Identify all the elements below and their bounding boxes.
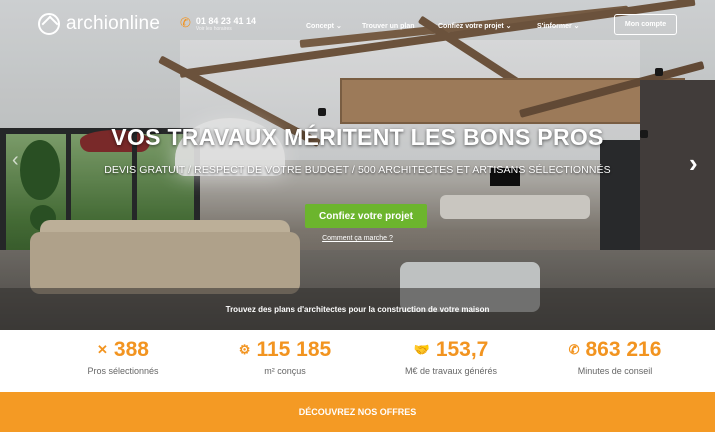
stat-minutes: ✆ 863 216 Minutes de conseil	[530, 338, 700, 376]
site-header: archionline ✆ 01 84 23 41 14 Voir les ho…	[0, 0, 715, 52]
stat-value: 115 185	[256, 338, 332, 361]
nav-inform[interactable]: S'informer ⌄	[537, 22, 580, 30]
handshake-icon: 🤝	[413, 342, 430, 357]
phone-contact[interactable]: ✆ 01 84 23 41 14 Voir les horaires	[180, 16, 256, 33]
stat-label: M€ de travaux générés	[404, 366, 498, 376]
logo-text: archionline	[66, 13, 161, 34]
stat-label: Minutes de conseil	[577, 366, 653, 376]
nav-concept[interactable]: Concept ⌄	[306, 22, 342, 30]
phone-icon: ✆	[180, 15, 191, 30]
plans-link[interactable]: Trouvez des plans d'architectes pour la …	[226, 305, 490, 314]
phone-icon: ✆	[568, 342, 580, 357]
offers-button[interactable]: DÉCOUVREZ NOS OFFRES	[0, 392, 715, 432]
nav-find-plan[interactable]: Trouver un plan	[362, 23, 415, 30]
stat-value: 388	[113, 338, 149, 361]
how-it-works-link[interactable]: Comment ça marche ?	[0, 235, 715, 242]
account-button[interactable]: Mon compte	[614, 14, 677, 35]
stat-pros: ✕ 388 Pros sélectionnés	[38, 338, 208, 376]
stat-value-row: ⚙ 115 185	[200, 338, 370, 362]
hero-title: VOS TRAVAUX MÉRITENT LES BONS PROS	[111, 124, 604, 150]
offers-label: DÉCOUVREZ NOS OFFRES	[298, 407, 417, 417]
nav-project[interactable]: Confiez votre projet ⌄	[438, 22, 512, 30]
stat-value-row: ✆ 863 216	[530, 338, 700, 362]
tools-icon: ✕	[97, 342, 108, 357]
project-cta-button[interactable]: Confiez votre projet	[305, 204, 427, 228]
stat-label: m² conçus	[264, 366, 306, 376]
logo-icon	[38, 13, 60, 35]
stat-label: Pros sélectionnés	[87, 366, 159, 376]
stat-value-row: ✕ 388	[38, 338, 208, 362]
plans-bar[interactable]: Trouvez des plans d'architectes pour la …	[0, 288, 715, 330]
gear-icon: ⚙	[238, 342, 251, 357]
stat-works: 🤝 153,7 M€ de travaux générés	[366, 338, 536, 376]
stat-value-row: 🤝 153,7	[366, 338, 536, 362]
stat-value: 153,7	[435, 338, 489, 361]
hero-subtitle: DEVIS GRATUIT / RESPECT DE VOTRE BUDGET …	[104, 164, 611, 176]
logo[interactable]: archionline	[38, 13, 160, 35]
phone-number: 01 84 23 41 14	[195, 16, 256, 26]
stat-value: 863 216	[585, 338, 662, 361]
phone-hours-link[interactable]: Voir les horaires	[196, 26, 256, 33]
stat-area: ⚙ 115 185 m² conçus	[200, 338, 370, 376]
stats-section: ✕ 388 Pros sélectionnés ⚙ 115 185 m² con…	[0, 330, 715, 392]
